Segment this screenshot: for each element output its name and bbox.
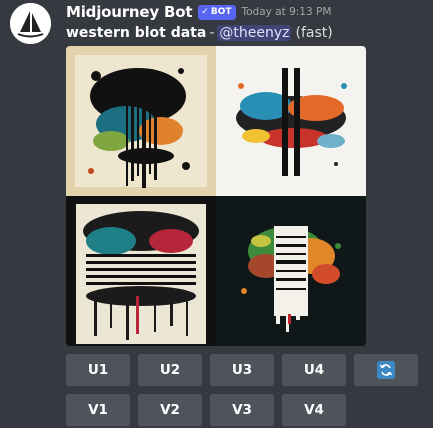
upscale-button-4[interactable]: U4: [282, 354, 346, 386]
message-header: Midjourney Bot ✓ BOT Today at 9:13 PM: [66, 2, 331, 22]
message-timestamp: Today at 9:13 PM: [241, 6, 332, 18]
variation-button-2[interactable]: V2: [138, 394, 202, 426]
bot-badge-label: BOT: [210, 7, 232, 17]
variation-button-4[interactable]: V4: [282, 394, 346, 426]
grid-image-1: [66, 46, 216, 196]
grid-image-3: [66, 196, 216, 346]
upscale-button-3[interactable]: U3: [210, 354, 274, 386]
verified-check-icon: ✓: [201, 6, 209, 17]
separator: -: [209, 25, 215, 41]
grid-image-2: [216, 46, 366, 196]
reroll-icon: [377, 361, 395, 379]
grid-image-4: [216, 196, 366, 346]
variation-button-1[interactable]: V1: [66, 394, 130, 426]
variation-row: V1 V2 V3 V4: [66, 394, 346, 426]
message-content: western blot data - @theenyz (fast): [66, 23, 333, 43]
image-grid[interactable]: [66, 46, 366, 346]
prompt-text: western blot data: [66, 25, 207, 41]
user-mention[interactable]: @theenyz: [217, 25, 292, 41]
chat-message: Midjourney Bot ✓ BOT Today at 9:13 PM we…: [0, 0, 433, 428]
author-name[interactable]: Midjourney Bot: [66, 3, 192, 21]
variation-button-3[interactable]: V3: [210, 394, 274, 426]
upscale-button-1[interactable]: U1: [66, 354, 130, 386]
bot-badge: ✓ BOT: [198, 4, 236, 20]
reroll-button[interactable]: [354, 354, 418, 386]
sailboat-icon: [10, 3, 51, 44]
bot-avatar[interactable]: [10, 3, 51, 44]
upscale-row: U1 U2 U3 U4: [66, 354, 418, 386]
upscale-button-2[interactable]: U2: [138, 354, 202, 386]
speed-label: (fast): [295, 25, 333, 41]
